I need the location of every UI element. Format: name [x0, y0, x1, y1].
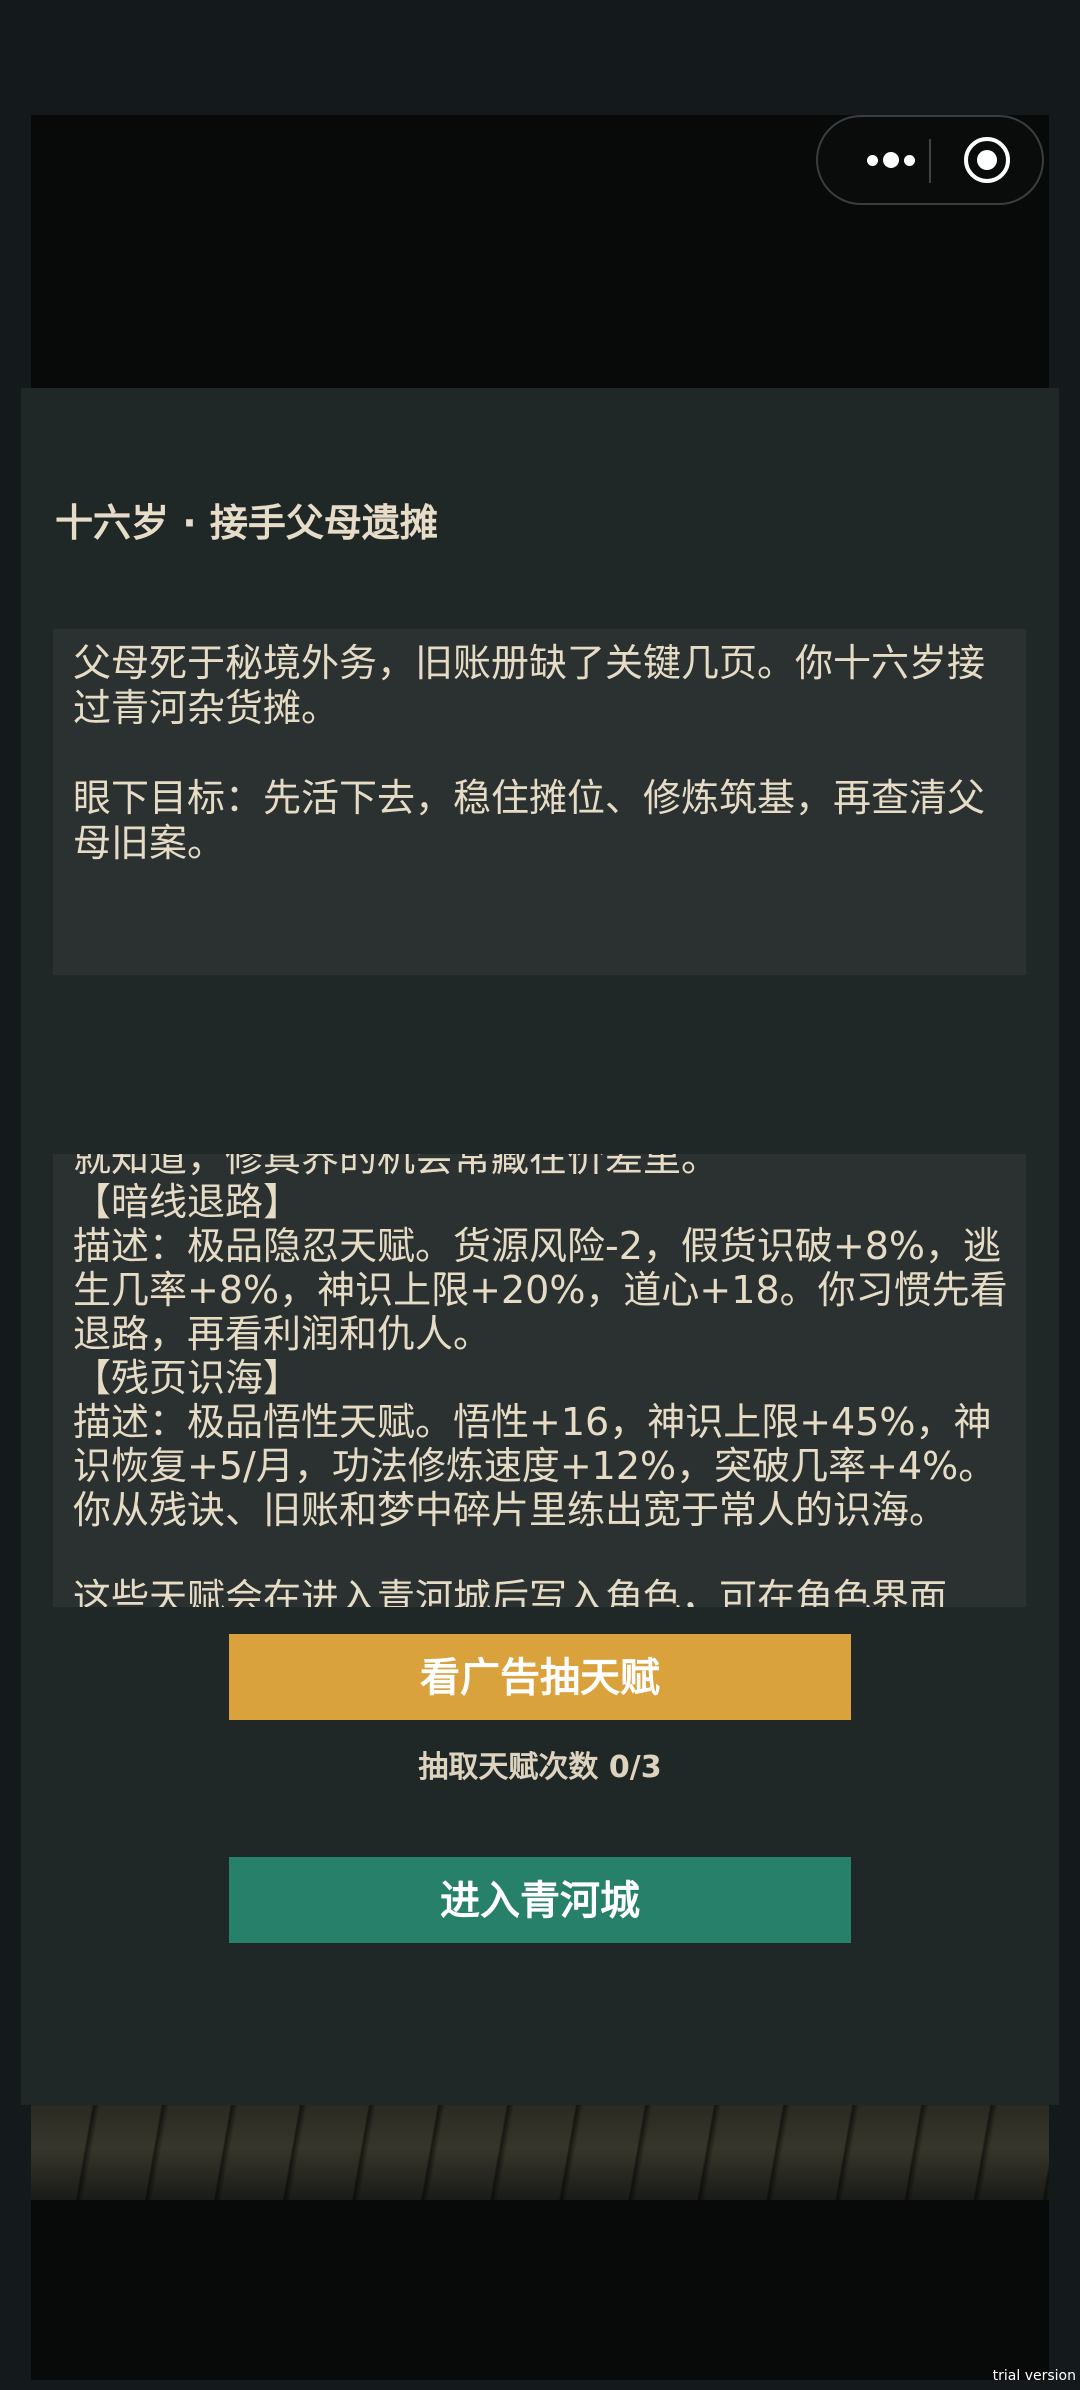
watch-ad-draw-talent-button[interactable]: 看广告抽天赋	[229, 1634, 851, 1720]
mini-program-capsule	[816, 115, 1044, 205]
draw-count-label: 抽取天赋次数 0/3	[418, 1750, 662, 1785]
capsule-divider	[929, 139, 931, 183]
more-dots-icon[interactable]	[842, 117, 926, 203]
enter-city-button[interactable]: 进入青河城	[229, 1857, 851, 1943]
talents-scroll-area[interactable]: 就知道，修真界的机会常藏在价差里。 【暗线退路】 描述：极品隐忍天赋。货源风险-…	[53, 1154, 1026, 1607]
talents-text: 就知道，修真界的机会常藏在价差里。 【暗线退路】 描述：极品隐忍天赋。货源风险-…	[73, 1154, 1008, 1607]
screen: 十六岁 · 接手父母遗摊 父母死于秘境外务，旧账册缺了关键几页。你十六岁接过青河…	[0, 0, 1080, 2390]
target-circle-icon[interactable]	[964, 137, 1010, 183]
page-title: 十六岁 · 接手父母遗摊	[55, 501, 438, 545]
story-text: 父母死于秘境外务，旧账册缺了关键几页。你十六岁接过青河杂货摊。 眼下目标：先活下…	[53, 629, 1026, 975]
trial-watermark: trial version	[992, 2368, 1076, 2384]
background-scene	[31, 2105, 1049, 2200]
